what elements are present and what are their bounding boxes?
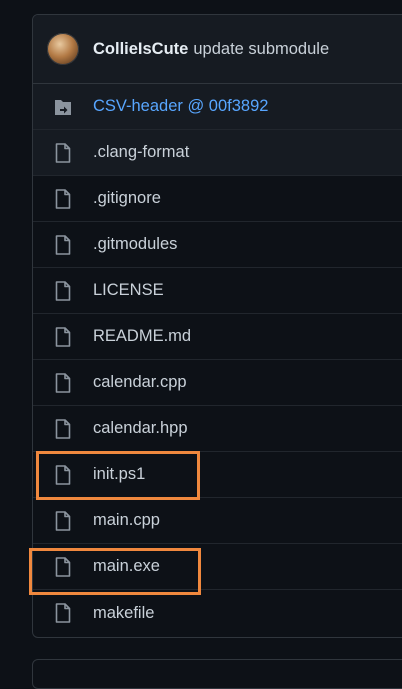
file-icon [55, 235, 71, 255]
submodule-folder-icon [55, 100, 71, 115]
file-row-submodule[interactable]: CSV-header @ 00f3892 [33, 84, 402, 130]
file-name[interactable]: makefile [93, 604, 154, 623]
file-icon [55, 373, 71, 393]
file-row[interactable]: main.exe [33, 544, 402, 590]
file-icon [55, 465, 71, 485]
file-icon [55, 419, 71, 439]
file-icon [55, 189, 71, 209]
file-row[interactable]: init.ps1 [33, 452, 402, 498]
avatar[interactable] [47, 33, 79, 65]
file-name[interactable]: README.md [93, 327, 191, 346]
file-name[interactable]: CSV-header @ 00f3892 [93, 97, 268, 116]
file-row[interactable]: .gitmodules [33, 222, 402, 268]
file-row[interactable]: calendar.hpp [33, 406, 402, 452]
file-row[interactable]: calendar.cpp [33, 360, 402, 406]
file-name[interactable]: init.ps1 [93, 465, 145, 484]
file-name[interactable]: .gitignore [93, 189, 161, 208]
file-name[interactable]: .clang-format [93, 143, 189, 162]
file-name[interactable]: calendar.hpp [93, 419, 188, 438]
file-name[interactable]: .gitmodules [93, 235, 177, 254]
next-panel [32, 659, 402, 689]
file-name[interactable]: LICENSE [93, 281, 164, 300]
file-icon [55, 143, 71, 163]
commit-author[interactable]: CollieIsCute [93, 40, 188, 58]
file-row[interactable]: main.cpp [33, 498, 402, 544]
file-name[interactable]: main.exe [93, 557, 160, 576]
file-row[interactable]: makefile [33, 590, 402, 636]
file-icon [55, 511, 71, 531]
file-icon [55, 603, 71, 623]
file-browser: CollieIsCute update submodule CSV-header … [32, 14, 402, 638]
file-icon [55, 281, 71, 301]
file-name[interactable]: main.cpp [93, 511, 160, 530]
file-name[interactable]: calendar.cpp [93, 373, 187, 392]
commit-message[interactable]: update submodule [193, 40, 329, 58]
file-icon [55, 557, 71, 577]
file-icon [55, 327, 71, 347]
file-row[interactable]: README.md [33, 314, 402, 360]
commit-summary: CollieIsCute update submodule [93, 40, 329, 59]
file-row[interactable]: .gitignore [33, 176, 402, 222]
file-row[interactable]: .clang-format [33, 130, 402, 176]
latest-commit-header: CollieIsCute update submodule [33, 15, 402, 84]
file-row[interactable]: LICENSE [33, 268, 402, 314]
